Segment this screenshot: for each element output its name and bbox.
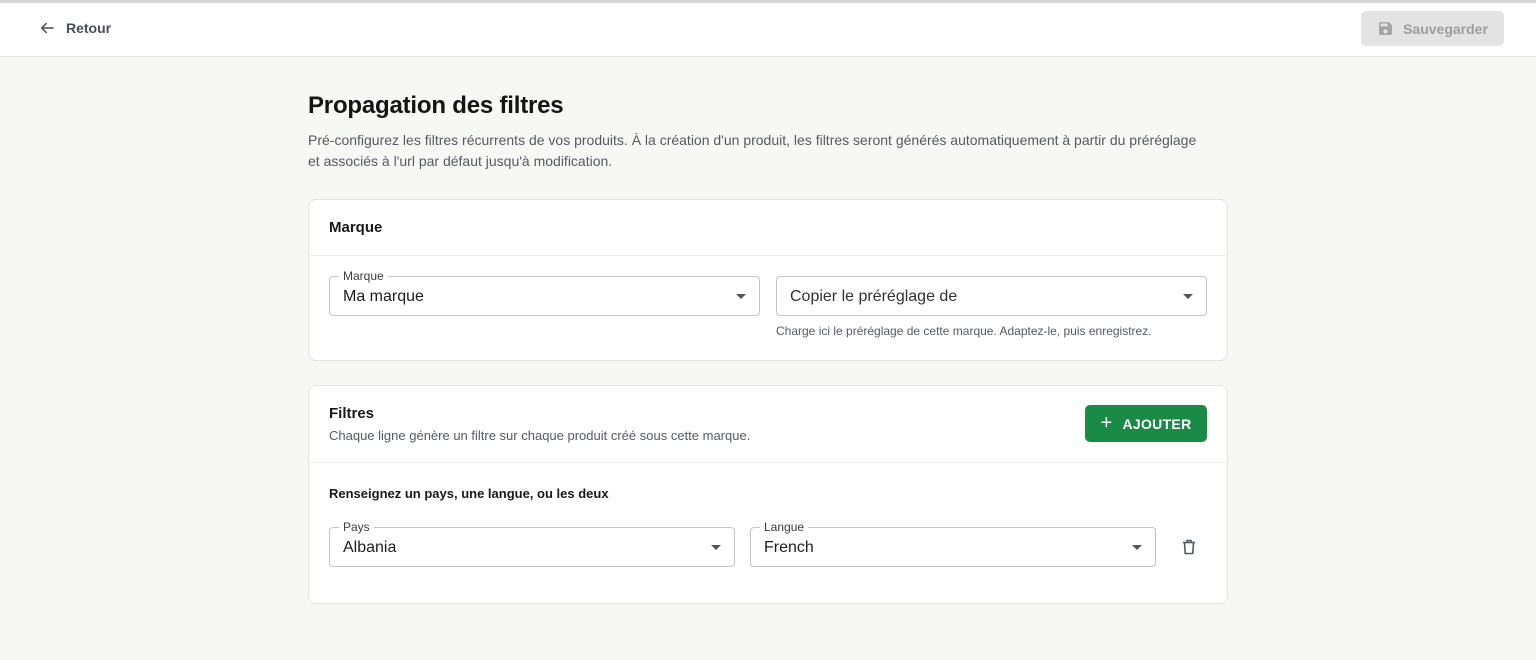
top-bar: Retour Sauvegarder [0,0,1536,57]
language-select[interactable]: Langue French [750,520,1156,567]
card-divider [309,255,1227,256]
country-select[interactable]: Pays Albania [329,520,735,567]
copy-preset-select[interactable]: Copier le préréglage de [776,276,1207,316]
add-filter-button[interactable]: + AJOUTER [1085,405,1207,442]
plus-icon: + [1100,411,1113,434]
page-description: Pré-configurez les filtres récurrents de… [308,132,1197,169]
trash-icon [1183,539,1195,555]
country-select-value: Albania [343,539,397,556]
filter-row-instruction: Renseignez un pays, une langue, ou les d… [329,486,609,501]
add-filter-label: AJOUTER [1122,415,1192,432]
filtres-card-subtitle: Chaque ligne génère un filtre sur chaque… [329,428,751,443]
card-divider [309,462,1227,463]
caret-down-icon [1132,545,1142,550]
brand-select-value: Ma marque [343,288,424,305]
caret-down-icon [736,294,746,299]
copy-preset-helper-text: Charge ici le préréglage de cette marque… [776,324,1152,338]
brand-select[interactable]: Marque Ma marque [329,269,760,316]
floppy-disk-icon [1379,22,1392,35]
marque-card: Marque Marque Ma marque Copier le prérég… [308,199,1228,361]
marque-card-title: Marque [329,219,383,236]
filtres-card: Filtres Chaque ligne génère un filtre su… [308,385,1228,604]
country-select-label: Pays [339,520,374,534]
save-label: Sauvegarder [1403,20,1488,37]
language-select-value: French [764,539,814,556]
caret-down-icon [1183,294,1193,299]
arrow-left-icon [41,22,54,34]
back-label: Retour [66,20,112,36]
copy-preset-placeholder: Copier le préréglage de [790,288,958,305]
caret-down-icon [711,545,721,550]
brand-select-label: Marque [339,269,388,283]
filtres-card-title: Filtres [329,405,375,422]
back-button[interactable]: Retour [38,17,111,39]
language-select-label: Langue [760,520,809,534]
save-button[interactable]: Sauvegarder [1361,11,1504,46]
page-title: Propagation des filtres [308,92,564,119]
delete-row-button[interactable] [1179,537,1199,557]
top-border-line [0,0,1536,3]
